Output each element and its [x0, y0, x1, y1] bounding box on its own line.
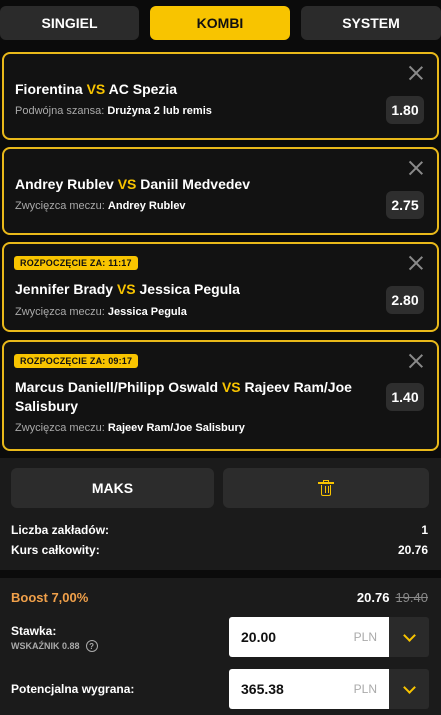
match-title: Fiorentina VS AC Spezia: [15, 80, 375, 99]
stake-input[interactable]: 20.00 PLN: [229, 617, 389, 657]
total-odds-label: Kurs całkowity:: [11, 543, 100, 557]
away-team: AC Spezia: [108, 81, 178, 97]
win-value: 365.38: [241, 681, 284, 697]
match-title: Marcus Daniell/Philipp Oswald VS Rajeev …: [15, 378, 375, 416]
bets-count-row: Liczba zakładów: 1: [11, 523, 428, 537]
market-info: Podwójna szansa: Drużyna 2 lub remis: [15, 105, 212, 117]
currency-label: PLN: [353, 630, 377, 644]
chevron-down-icon: [402, 628, 416, 642]
stake-value: 20.00: [241, 629, 277, 645]
trash-icon: [318, 479, 334, 496]
away-team: Daniil Medvedev: [140, 176, 250, 192]
indicator-label: WSKAŹNIK 0.88: [11, 641, 80, 651]
stake-label: Stawka:: [11, 624, 57, 638]
clear-bets-button[interactable]: [223, 468, 429, 508]
odds-value: 2.75: [386, 191, 424, 219]
bets-count-value: 1: [421, 523, 428, 537]
indicator-row: WSKAŹNIK 0.88 ?: [11, 640, 98, 652]
match-title: Jennifer Brady VS Jessica Pegula: [15, 280, 375, 299]
vs-label: VS: [117, 176, 137, 192]
boost-odds: 20.76 19.40: [357, 590, 428, 605]
bets-count-label: Liczba zakładów:: [11, 523, 110, 537]
odds-value: 1.40: [386, 383, 424, 411]
odds-value: 2.80: [386, 286, 424, 314]
bet-type-tabs: SINGIEL KOMBI SYSTEM: [0, 0, 441, 46]
win-label: Potencjalna wygrana:: [11, 682, 135, 696]
bet-card: ROZPOCZĘCIE ZA: 09:17 Marcus Daniell/Phi…: [2, 340, 439, 451]
summary-panel: MAKS Liczba zakładów: 1 Kurs całkowity: …: [0, 458, 441, 570]
help-icon[interactable]: ?: [85, 640, 98, 652]
tab-singiel[interactable]: SINGIEL: [0, 6, 139, 40]
vs-label: VS: [221, 379, 241, 395]
match-title: Andrey Rublev VS Daniil Medvedev: [15, 175, 375, 194]
close-icon[interactable]: [409, 354, 423, 368]
currency-label: PLN: [353, 682, 377, 696]
home-team: Jennifer Brady: [15, 281, 114, 297]
boost-label: Boost 7,00%: [11, 590, 89, 605]
close-icon[interactable]: [409, 66, 423, 80]
old-odds: 19.40: [395, 590, 428, 605]
stake-panel: Boost 7,00% 20.76 19.40 Stawka: WSKAŹNIK …: [0, 578, 441, 715]
close-icon[interactable]: [409, 256, 423, 270]
market-info: Zwycięzca meczu: Jessica Pegula: [15, 306, 187, 318]
market-label: Zwycięzca meczu:: [15, 306, 105, 318]
chevron-down-icon: [402, 680, 416, 694]
tab-system[interactable]: SYSTEM: [301, 6, 441, 40]
home-team: Andrey Rublev: [15, 176, 114, 192]
odds-value: 1.80: [386, 96, 424, 124]
vs-label: VS: [116, 281, 136, 297]
bet-card: Fiorentina VS AC Spezia Podwójna szansa:…: [2, 52, 439, 140]
start-countdown-badge: ROZPOCZĘCIE ZA: 09:17: [14, 354, 139, 368]
boosted-odds: 20.76: [356, 590, 390, 605]
stake-dropdown-button[interactable]: [389, 617, 429, 657]
bet-card: Andrey Rublev VS Daniil Medvedev Zwycięz…: [2, 147, 439, 235]
market-info: Zwycięzca meczu: Rajeev Ram/Joe Salisbur…: [15, 422, 245, 434]
home-team: Marcus Daniell/Philipp Oswald: [15, 379, 219, 395]
win-dropdown-button[interactable]: [389, 669, 429, 709]
selection: Rajeev Ram/Joe Salisbury: [107, 422, 245, 434]
total-odds-row: Kurs całkowity: 20.76: [11, 543, 428, 557]
maks-button[interactable]: MAKS: [11, 468, 214, 508]
vs-label: VS: [86, 81, 106, 97]
selection: Jessica Pegula: [107, 306, 187, 318]
home-team: Fiorentina: [15, 81, 83, 97]
tab-kombi[interactable]: KOMBI: [150, 6, 290, 40]
away-team: Jessica Pegula: [139, 281, 240, 297]
market-label: Podwójna szansa:: [15, 105, 105, 117]
market-info: Zwycięzca meczu: Andrey Rublev: [15, 200, 186, 212]
market-label: Zwycięzca meczu:: [15, 200, 105, 212]
total-odds-value: 20.76: [397, 543, 428, 557]
selection: Andrey Rublev: [107, 200, 186, 212]
start-countdown-badge: ROZPOCZĘCIE ZA: 11:17: [14, 256, 138, 270]
bet-card: ROZPOCZĘCIE ZA: 11:17 Jennifer Brady VS …: [2, 242, 439, 332]
market-label: Zwycięzca meczu:: [15, 422, 105, 434]
potential-win-field: 365.38 PLN: [229, 669, 389, 709]
close-icon[interactable]: [409, 161, 423, 175]
selection: Drużyna 2 lub remis: [107, 105, 212, 117]
